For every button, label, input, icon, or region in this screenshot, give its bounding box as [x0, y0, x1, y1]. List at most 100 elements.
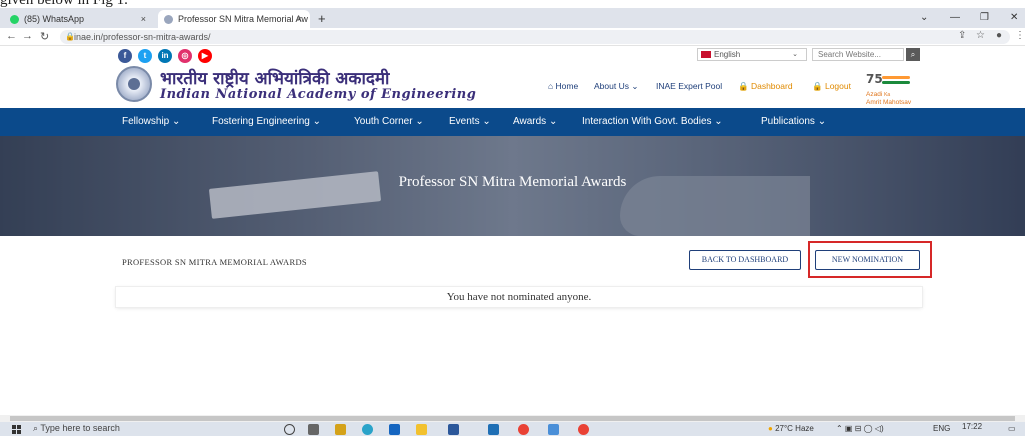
clock-time[interactable]: 17:22: [962, 422, 982, 431]
tab-label: (85) WhatsApp: [24, 14, 85, 24]
nav-label: Awards: [513, 116, 547, 127]
notification-icon[interactable]: ▭: [1008, 424, 1016, 433]
screenshot-frame: given below in Fig 1. (85) WhatsApp × Pr…: [0, 0, 1025, 436]
scrollbar-thumb[interactable]: [10, 416, 1015, 421]
weather-widget[interactable]: ● 27°C Haze: [768, 424, 814, 433]
search-icon: ⌕: [33, 423, 39, 433]
logo-english-text[interactable]: Indian National Academy of Engineering: [160, 87, 476, 102]
azadi-line3: Amrit Mahotsav: [866, 99, 912, 106]
nav-label: Publications: [761, 116, 815, 127]
taskbar-search-placeholder: Type here to search: [40, 423, 120, 433]
azadi-text: Azadi Ka Amrit Mahotsav: [866, 91, 911, 106]
logout-label: Logout: [824, 81, 851, 91]
url-field[interactable]: 🔒 inae.in/professor-sn-mitra-awards/: [60, 30, 1010, 44]
language-value: English: [714, 50, 741, 59]
nav-label: Interaction With Govt. Bodies: [582, 116, 712, 127]
taskbar-search-input[interactable]: ⌕ Type here to search: [33, 423, 120, 434]
home-label: Home: [555, 81, 579, 91]
tab-search-icon[interactable]: ⌄: [920, 12, 928, 23]
uk-flag-icon: [701, 51, 711, 58]
bookmark-star-icon[interactable]: ☆: [976, 30, 985, 41]
nav-youth-corner[interactable]: Youth Corner ⌄: [354, 116, 424, 127]
close-window-icon[interactable]: ✕: [1010, 12, 1018, 23]
site-favicon-icon: [164, 14, 173, 24]
home-link[interactable]: ⌂ Home: [548, 81, 578, 91]
home-icon: ⌂: [548, 81, 554, 91]
language-select[interactable]: English ⌄: [697, 48, 807, 61]
nav-fostering-engineering[interactable]: Fostering Engineering ⌄: [212, 116, 321, 127]
sun-icon: ●: [768, 424, 773, 433]
empty-state-message: You have not nominated anyone.: [116, 287, 922, 307]
profile-icon[interactable]: ●: [996, 30, 1002, 41]
lock-icon: 🔒: [65, 32, 75, 41]
paint-icon[interactable]: [335, 424, 346, 435]
chevron-down-icon: ⌄: [792, 51, 798, 58]
minimize-icon[interactable]: —: [950, 12, 960, 23]
linkedin-icon[interactable]: in: [158, 49, 172, 63]
file-explorer-icon[interactable]: [416, 424, 427, 435]
tab-label: Professor SN Mitra Memorial Aw: [178, 14, 308, 24]
azadi-line2: Ka: [884, 92, 891, 98]
back-arrow-icon[interactable]: ←: [6, 30, 17, 42]
nav-label: Fellowship: [122, 116, 170, 127]
store-icon[interactable]: [389, 424, 400, 435]
youtube-icon[interactable]: ▶: [198, 49, 212, 63]
nav-events[interactable]: Events ⌄: [449, 116, 491, 127]
close-tab-icon[interactable]: ×: [141, 14, 146, 24]
tab-sn-mitra-awards[interactable]: Professor SN Mitra Memorial Aw ×: [158, 10, 310, 28]
nav-awards[interactable]: Awards ⌄: [513, 116, 557, 127]
twitter-icon[interactable]: t: [138, 49, 152, 63]
close-tab-icon[interactable]: ×: [297, 14, 302, 24]
back-to-dashboard-button[interactable]: BACK TO DASHBOARD: [689, 250, 801, 270]
whatsapp-icon: [10, 14, 19, 24]
expert-pool-link[interactable]: INAE Expert Pool: [656, 81, 722, 91]
cortana-icon[interactable]: [284, 424, 295, 435]
input-language[interactable]: ENG: [933, 424, 950, 433]
section-title: PROFESSOR SN MITRA MEMORIAL AWARDS: [122, 257, 307, 267]
edge-icon[interactable]: [362, 424, 373, 435]
nav-interaction-govt-bodies[interactable]: Interaction With Govt. Bodies ⌄: [582, 116, 723, 127]
browser-tab-bar: (85) WhatsApp × Professor SN Mitra Memor…: [0, 8, 1025, 28]
weather-text: 27°C Haze: [775, 424, 814, 433]
new-nomination-button[interactable]: NEW NOMINATION: [815, 250, 920, 270]
task-view-icon[interactable]: [308, 424, 319, 435]
lock-icon: 🔒: [812, 81, 823, 91]
restore-icon[interactable]: ❐: [980, 12, 989, 23]
dashboard-label: Dashboard: [750, 81, 793, 91]
flag-stripe: [882, 81, 910, 84]
page-banner: Professor SN Mitra Memorial Awards: [0, 136, 1025, 236]
app-icon[interactable]: [488, 424, 499, 435]
document-caption: given below in Fig 1.: [0, 0, 128, 8]
chrome-icon[interactable]: [578, 424, 589, 435]
address-bar: ← → ↻ 🔒 inae.in/professor-sn-mitra-award…: [0, 28, 1025, 46]
nav-label: Fostering Engineering: [212, 116, 310, 127]
forward-arrow-icon[interactable]: →: [22, 30, 33, 42]
reload-icon[interactable]: ↻: [40, 30, 49, 43]
logo-hindi-text[interactable]: भारतीय राष्ट्रीय अभियांत्रिकी अकादमी: [160, 66, 389, 89]
lock-icon: 🔒: [738, 81, 749, 91]
outlook-icon[interactable]: [548, 424, 559, 435]
instagram-icon[interactable]: ◎: [178, 49, 192, 63]
chrome-icon[interactable]: [518, 424, 529, 435]
system-tray-icons[interactable]: ⌃ ▣ ⊟ ◯ ◁): [836, 424, 884, 433]
search-icon[interactable]: ⌕: [906, 48, 920, 61]
site-header: f t in ◎ ▶ English ⌄ Search Website... ⌕…: [0, 46, 1025, 108]
site-search-input[interactable]: Search Website...: [812, 48, 904, 61]
nav-publications[interactable]: Publications ⌄: [761, 116, 826, 127]
tab-whatsapp[interactable]: (85) WhatsApp ×: [4, 10, 154, 28]
about-us-link[interactable]: About Us ⌄: [594, 81, 638, 92]
windows-start-icon[interactable]: [12, 425, 21, 434]
menu-dots-icon[interactable]: ⋮: [1015, 30, 1025, 41]
logout-link[interactable]: 🔒 Logout: [812, 81, 851, 92]
share-icon[interactable]: ⇪: [958, 30, 966, 41]
word-icon[interactable]: [448, 424, 459, 435]
azadi-number: 75: [866, 72, 883, 86]
facebook-icon[interactable]: f: [118, 49, 132, 63]
about-label: About Us: [594, 81, 629, 91]
flag-stripe: [882, 76, 910, 79]
new-tab-button[interactable]: +: [318, 11, 326, 26]
horizontal-scrollbar[interactable]: [0, 415, 1025, 422]
nav-fellowship[interactable]: Fellowship ⌄: [122, 116, 180, 127]
dashboard-link[interactable]: 🔒 Dashboard: [738, 81, 793, 92]
inae-emblem-logo[interactable]: [116, 66, 152, 102]
